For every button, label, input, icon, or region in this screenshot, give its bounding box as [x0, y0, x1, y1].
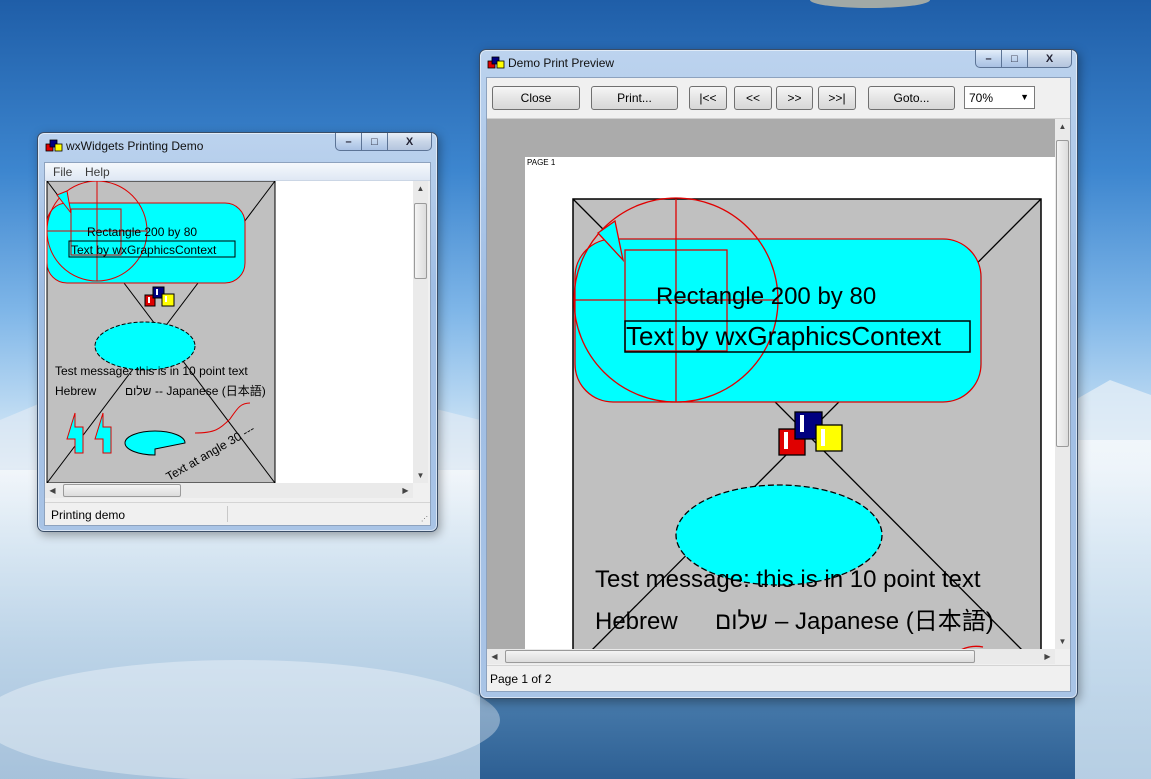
window-title: wxWidgets Printing Demo — [66, 139, 204, 153]
hebrew-text: שלום — [715, 608, 768, 635]
test-message: Test message: this is in 10 point text — [595, 566, 981, 593]
maximize-icon: □ — [1011, 52, 1018, 65]
preview-drawing: Rectangle 200 by 80 Text by wxGraphicsCo… — [572, 197, 1042, 649]
gc-text: Text by wxGraphicsContext — [71, 243, 217, 257]
menu-bar: File Help — [45, 163, 430, 181]
test-message: Test message: this is in 10 point text — [55, 364, 248, 378]
maximize-button[interactable]: □ — [1002, 50, 1028, 68]
scroll-right-arrow[interactable]: ▶ — [398, 483, 413, 498]
printing-demo-window: wxWidgets Printing Demo – □ X File Help — [37, 132, 438, 532]
horizontal-scrollbar[interactable]: ◀ ▶ — [487, 649, 1055, 664]
scroll-up-arrow[interactable]: ▲ — [1055, 119, 1070, 134]
close-icon: X — [1045, 52, 1054, 65]
preview-toolbar: Close Print... |<< << >> >>| Goto... 70%… — [487, 78, 1070, 119]
japanese-text: -- Japanese (日本語) — [155, 383, 266, 398]
gc-text: Text by wxGraphicsContext — [626, 321, 942, 351]
minimize-button[interactable]: – — [335, 133, 362, 151]
menu-file[interactable]: File — [53, 165, 72, 179]
scroll-thumb[interactable] — [1056, 140, 1069, 447]
scroll-thumb[interactable] — [414, 203, 427, 279]
resize-grip-icon[interactable]: ⋰ — [421, 515, 428, 523]
scroll-up-arrow[interactable]: ▲ — [413, 181, 428, 196]
preview-page: PAGE 1 Rectangle 200 by 80 Text by wxGra… — [525, 157, 1055, 649]
status-divider — [227, 506, 228, 522]
scroll-right-arrow[interactable]: ▶ — [1040, 649, 1055, 664]
status-text: Printing demo — [51, 508, 126, 522]
close-preview-button[interactable]: Close — [492, 86, 580, 110]
scroll-thumb[interactable] — [63, 484, 181, 497]
next-page-button[interactable]: >> — [776, 86, 813, 110]
hebrew-label: Hebrew — [595, 608, 678, 635]
scroll-thumb[interactable] — [505, 650, 975, 663]
preview-client-area: Close Print... |<< << >> >>| Goto... 70%… — [486, 77, 1071, 692]
close-button[interactable]: X — [388, 133, 432, 151]
previous-page-button[interactable]: << — [734, 86, 772, 110]
minimize-button[interactable]: – — [975, 50, 1002, 68]
vertical-scrollbar[interactable]: ▲ ▼ — [1055, 119, 1070, 649]
demo-drawing: Rectangle 200 by 80 Text by wxGraphicsCo… — [46, 181, 276, 483]
maximize-button[interactable]: □ — [362, 133, 388, 151]
goto-button[interactable]: Goto... — [868, 86, 955, 110]
maximize-icon: □ — [371, 135, 378, 148]
zoom-value: 70% — [969, 91, 994, 105]
japanese-text: – Japanese (日本語) — [775, 608, 994, 635]
rectangle-label: Rectangle 200 by 80 — [87, 225, 197, 239]
hebrew-label: Hebrew — [55, 384, 97, 398]
scroll-left-arrow[interactable]: ◀ — [487, 649, 502, 664]
scroll-down-arrow[interactable]: ▼ — [413, 468, 428, 483]
horizontal-scrollbar[interactable]: ◀ ▶ — [45, 483, 413, 498]
vertical-scrollbar[interactable]: ▲ ▼ — [413, 181, 428, 483]
page-count-status: Page 1 of 2 — [490, 672, 552, 686]
chevron-down-icon: ▼ — [1020, 92, 1029, 102]
scroll-left-arrow[interactable]: ◀ — [45, 483, 60, 498]
preview-titlebar[interactable]: Demo Print Preview – □ X — [480, 50, 1077, 76]
scroll-down-arrow[interactable]: ▼ — [1055, 634, 1070, 649]
close-button[interactable]: X — [1028, 50, 1072, 68]
last-page-button[interactable]: >>| — [818, 86, 856, 110]
drawing-canvas[interactable]: Rectangle 200 by 80 Text by wxGraphicsCo… — [45, 181, 413, 483]
window-title: Demo Print Preview — [508, 56, 615, 70]
colored-squares-icon — [45, 139, 63, 152]
print-preview-window: Demo Print Preview – □ X Close Print... … — [479, 49, 1078, 699]
demo-client-area: File Help Rectangle 200 by 80 Text by wx… — [44, 162, 431, 526]
preview-canvas[interactable]: PAGE 1 Rectangle 200 by 80 Text by wxGra… — [487, 119, 1055, 649]
rectangle-label: Rectangle 200 by 80 — [656, 283, 876, 310]
minimize-icon: – — [985, 52, 992, 65]
menu-help[interactable]: Help — [85, 165, 110, 179]
status-bar: Printing demo ⋰ — [45, 502, 430, 525]
zoom-dropdown[interactable]: 70% ▼ — [964, 86, 1035, 109]
cyan-ellipse — [94, 321, 196, 371]
demo-titlebar[interactable]: wxWidgets Printing Demo – □ X — [38, 133, 437, 159]
print-button[interactable]: Print... — [591, 86, 678, 110]
hebrew-text: שלום — [125, 384, 152, 398]
status-bar: Page 1 of 2 — [487, 665, 1070, 691]
first-page-button[interactable]: |<< — [689, 86, 727, 110]
minimize-icon: – — [345, 135, 352, 148]
close-icon: X — [405, 135, 414, 148]
colored-squares-icon — [487, 56, 505, 69]
